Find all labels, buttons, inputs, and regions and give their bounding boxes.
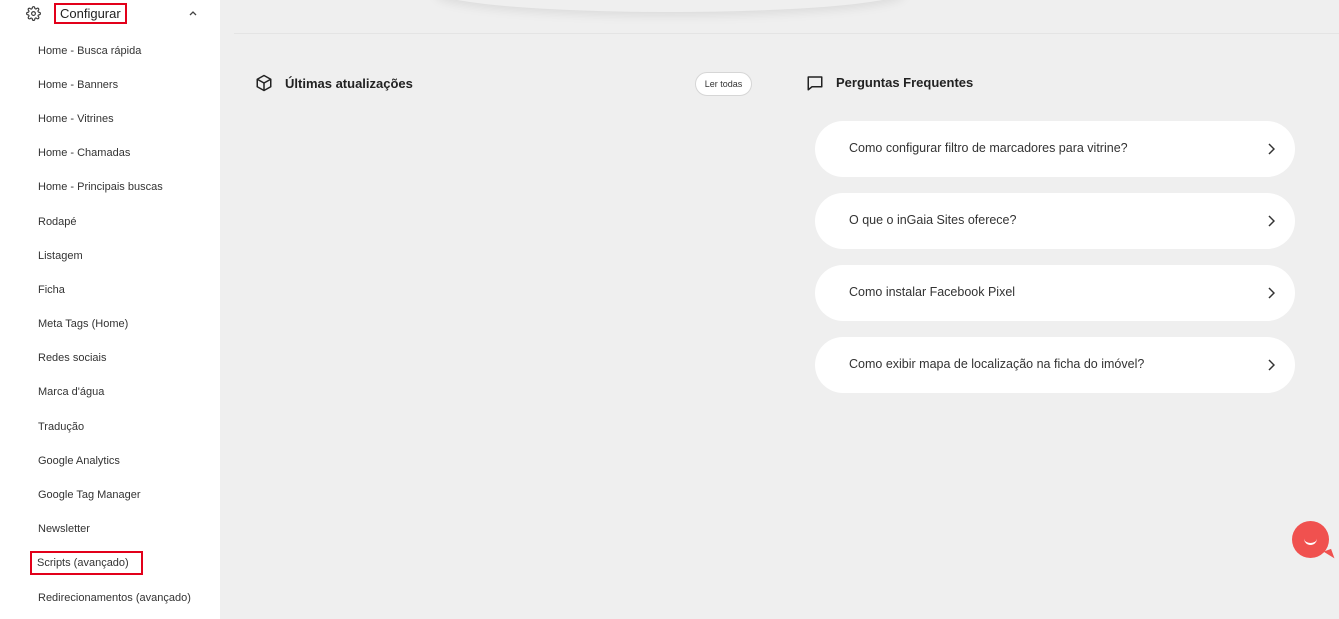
sidebar-item-home-banners[interactable]: Home - Banners [38,78,118,92]
faq-question: Como configurar filtro de marcadores par… [849,141,1128,155]
sidebar-item-google-analytics[interactable]: Google Analytics [38,454,120,468]
sidebar-item-rodape[interactable]: Rodapé [38,215,77,229]
sidebar-item-traducao[interactable]: Tradução [38,420,84,434]
sidebar: Configurar Home - Busca rápida Home - Ba… [0,0,220,619]
configurar-section-header[interactable]: Configurar [0,0,220,28]
sidebar-item-home-principais-buscas[interactable]: Home - Principais buscas [38,180,163,194]
main-content: Últimas atualizações Ler todas Perguntas… [220,0,1339,619]
sidebar-item-listagem[interactable]: Listagem [38,249,83,263]
sidebar-item-meta-tags-home[interactable]: Meta Tags (Home) [38,317,128,331]
chat-icon [807,76,823,91]
sidebar-item-ficha[interactable]: Ficha [38,283,65,297]
gear-icon [26,6,41,21]
chat-widget-button[interactable] [1292,521,1335,562]
top-card-shadow [435,0,905,12]
chevron-right-icon [1268,287,1275,299]
faq-question: O que o inGaia Sites oferece? [849,213,1017,227]
sidebar-item-home-busca-rapida[interactable]: Home - Busca rápida [38,44,141,58]
faq-question: Como exibir mapa de localização na ficha… [849,357,1145,371]
box-icon [256,74,272,92]
chevron-up-icon[interactable] [188,9,198,17]
sidebar-item-home-chamadas[interactable]: Home - Chamadas [38,146,130,160]
faq-item[interactable]: Como exibir mapa de localização na ficha… [815,337,1295,393]
latest-updates-title: Últimas atualizações [285,76,413,91]
faq-item[interactable]: Como instalar Facebook Pixel [815,265,1295,321]
faq-item[interactable]: Como configurar filtro de marcadores par… [815,121,1295,177]
sidebar-item-redes-sociais[interactable]: Redes sociais [38,351,106,365]
faq-question: Como instalar Facebook Pixel [849,285,1016,299]
sidebar-item-redirecionamentos-avancado[interactable]: Redirecionamentos (avançado) [38,591,191,605]
configurar-title: Configurar [54,3,127,24]
sidebar-item-newsletter[interactable]: Newsletter [38,522,90,536]
sidebar-item-scripts-avancado[interactable]: Scripts (avançado) [30,551,143,575]
read-all-button[interactable]: Ler todas [695,72,752,96]
chevron-right-icon [1268,359,1275,371]
faq-item[interactable]: O que o inGaia Sites oferece? [815,193,1295,249]
faq-title: Perguntas Frequentes [836,75,974,90]
sidebar-item-google-tag-manager[interactable]: Google Tag Manager [38,488,141,502]
sidebar-item-marca-dagua[interactable]: Marca d'água [38,385,104,399]
smile-icon [1304,538,1317,545]
sidebar-item-home-vitrines[interactable]: Home - Vitrines [38,112,114,126]
top-divider [234,33,1339,34]
chevron-right-icon [1268,143,1275,155]
chevron-right-icon [1268,215,1275,227]
